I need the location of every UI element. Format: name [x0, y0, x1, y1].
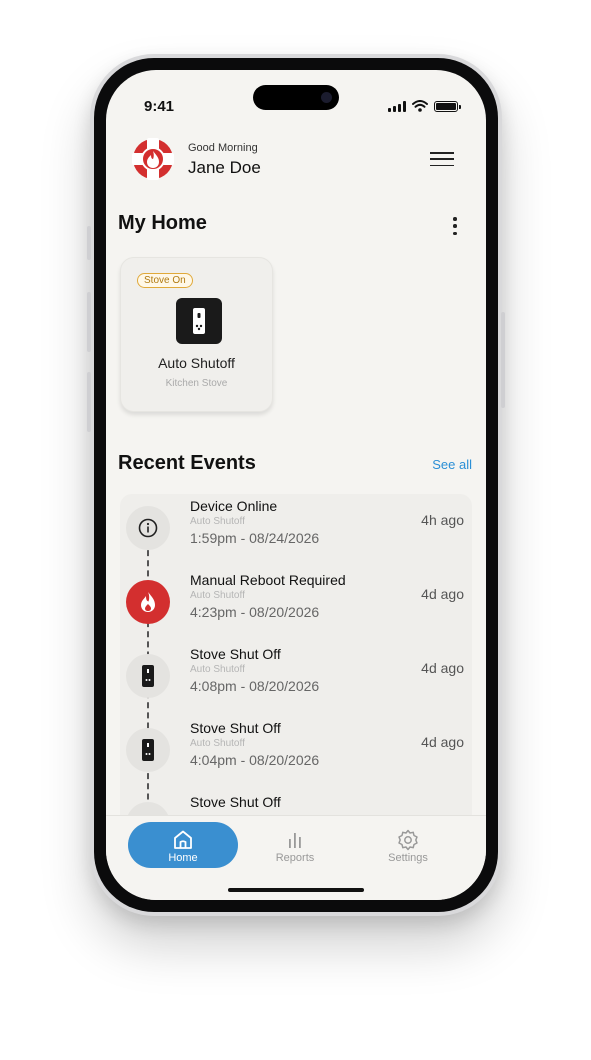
- more-options-icon[interactable]: [451, 217, 459, 235]
- my-home-title: My Home: [118, 212, 207, 234]
- home-icon: [174, 830, 192, 849]
- event-device: Auto Shutoff: [190, 738, 245, 749]
- stove-switch-icon: [176, 298, 222, 344]
- event-device: Auto Shutoff: [190, 590, 245, 601]
- tab-label: Home: [168, 852, 198, 864]
- fire-department-logo-icon: [132, 138, 174, 180]
- app-screen: 9:41 Good Morning Jane Doe My Home Stove…: [106, 70, 486, 900]
- event-item[interactable]: Device Online Auto Shutoff 1:59pm - 08/2…: [106, 498, 486, 580]
- event-device: Auto Shutoff: [190, 516, 245, 527]
- cellular-signal-icon: [388, 100, 406, 112]
- event-item[interactable]: Manual Reboot Required Auto Shutoff 4:23…: [106, 572, 486, 654]
- tab-reports[interactable]: Reports: [240, 822, 350, 868]
- event-relative-time: 4d ago: [421, 734, 464, 750]
- status-time: 9:41: [144, 98, 175, 115]
- event-timestamp: 1:59pm - 08/24/2026: [190, 530, 320, 546]
- see-all-link[interactable]: See all: [432, 457, 472, 472]
- stove-switch-icon: [126, 728, 170, 772]
- tab-settings[interactable]: Settings: [353, 822, 463, 868]
- event-title: Device Online: [190, 498, 278, 514]
- event-timestamp: 4:08pm - 08/20/2026: [190, 678, 320, 694]
- status-badge: Stove On: [137, 273, 193, 288]
- power-button: [501, 312, 505, 408]
- battery-icon: [434, 100, 461, 112]
- event-relative-time: 4d ago: [421, 586, 464, 602]
- volume-up-button: [87, 292, 91, 352]
- tab-label: Settings: [388, 852, 428, 864]
- tab-label: Reports: [275, 852, 315, 864]
- dynamic-island: [253, 85, 339, 110]
- hamburger-menu-icon[interactable]: [430, 152, 454, 166]
- home-indicator[interactable]: [228, 888, 364, 892]
- tab-home[interactable]: Home: [128, 822, 238, 868]
- event-timestamp: 4:04pm - 08/20/2026: [190, 752, 320, 768]
- device-name: Auto Shutoff: [158, 355, 235, 371]
- event-item[interactable]: Stove Shut Off Auto Shutoff 4:04pm - 08/…: [106, 720, 486, 802]
- event-title: Manual Reboot Required: [190, 572, 346, 588]
- user-name: Jane Doe: [188, 158, 261, 177]
- stove-switch-icon: [126, 654, 170, 698]
- event-relative-time: 4h ago: [421, 512, 464, 528]
- greeting-text: Good Morning: [188, 142, 258, 154]
- event-title: Stove Shut Off: [190, 794, 281, 810]
- flame-icon: [126, 580, 170, 624]
- wifi-icon: [412, 100, 428, 112]
- camera-icon: [321, 92, 332, 103]
- phone-frame: 9:41 Good Morning Jane Doe My Home Stove…: [87, 54, 505, 916]
- status-icons: [388, 100, 461, 112]
- event-title: Stove Shut Off: [190, 720, 281, 736]
- event-device: Auto Shutoff: [190, 664, 245, 675]
- event-relative-time: 4d ago: [421, 660, 464, 676]
- recent-events-title: Recent Events: [118, 452, 256, 474]
- gear-icon: [398, 829, 418, 851]
- event-timestamp: 4:23pm - 08/20/2026: [190, 604, 320, 620]
- info-icon: [126, 506, 170, 550]
- device-location: Kitchen Stove: [165, 378, 228, 389]
- bar-chart-icon: [289, 833, 301, 848]
- event-item[interactable]: Stove Shut Off Auto Shutoff 4:08pm - 08/…: [106, 646, 486, 728]
- volume-down-button: [87, 372, 91, 432]
- event-title: Stove Shut Off: [190, 646, 281, 662]
- device-card[interactable]: Stove On Auto Shutoff Kitchen Stove: [120, 257, 273, 412]
- mute-switch: [87, 226, 91, 260]
